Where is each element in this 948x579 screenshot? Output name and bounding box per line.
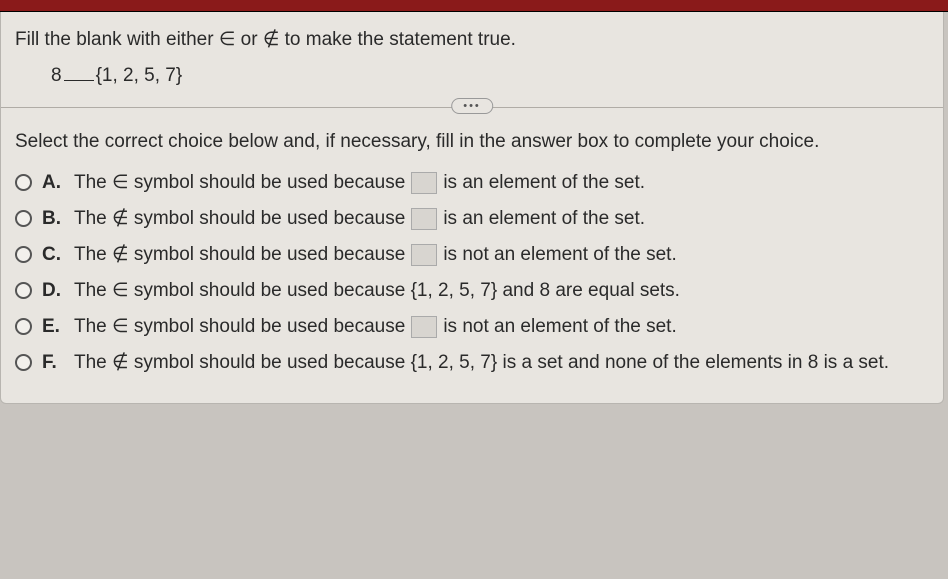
expand-button[interactable]: •••	[451, 98, 493, 114]
radio-b[interactable]	[15, 210, 32, 227]
answer-box-b[interactable]	[411, 208, 437, 230]
choice-e: E. The ∈ symbol should be used because i…	[15, 315, 929, 338]
choice-post: is an element of the set.	[443, 208, 645, 230]
choice-c: C. The ∉ symbol should be used because i…	[15, 243, 929, 266]
choice-letter: B.	[42, 208, 62, 230]
choice-f: F. The ∉ symbol should be used because {…	[15, 351, 929, 374]
choice-d: D. The ∈ symbol should be used because {…	[15, 279, 929, 302]
radio-e[interactable]	[15, 318, 32, 335]
radio-f[interactable]	[15, 354, 32, 371]
question-panel: Fill the blank with either ∈ or ∉ to mak…	[0, 12, 944, 404]
choice-text: The ∉ symbol should be used because {1, …	[74, 351, 889, 374]
choice-letter: E.	[42, 316, 62, 338]
choice-text: The ∈ symbol should be used because is n…	[74, 315, 677, 338]
choice-text: The ∈ symbol should be used because {1, …	[74, 279, 680, 302]
choice-text: The ∉ symbol should be used because is a…	[74, 207, 645, 230]
choice-post: is an element of the set.	[443, 172, 645, 194]
choice-pre: The ∈ symbol should be used because	[74, 315, 405, 338]
choice-post: is not an element of the set.	[443, 244, 676, 266]
choice-text: The ∈ symbol should be used because is a…	[74, 171, 645, 194]
answer-box-e[interactable]	[411, 316, 437, 338]
instruction-text: Fill the blank with either ∈ or ∉ to mak…	[15, 28, 929, 51]
choice-pre: The ∉ symbol should be used because	[74, 243, 405, 266]
choice-letter: C.	[42, 244, 62, 266]
divider: •••	[1, 107, 943, 127]
radio-d[interactable]	[15, 282, 32, 299]
choice-post: is not an element of the set.	[443, 316, 676, 338]
radio-c[interactable]	[15, 246, 32, 263]
choice-letter: F.	[42, 352, 62, 374]
problem-statement: 8 {1, 2, 5, 7}	[15, 65, 929, 87]
choice-text: The ∉ symbol should be used because is n…	[74, 243, 677, 266]
window-top-bar	[0, 0, 948, 12]
fill-blank	[64, 80, 94, 81]
choice-letter: A.	[42, 172, 62, 194]
choice-a: A. The ∈ symbol should be used because i…	[15, 171, 929, 194]
choices-block: Select the correct choice below and, if …	[1, 127, 943, 403]
answer-box-a[interactable]	[411, 172, 437, 194]
choice-pre: The ∉ symbol should be used because {1, …	[74, 351, 889, 374]
choice-pre: The ∈ symbol should be used because {1, …	[74, 279, 680, 302]
answer-box-c[interactable]	[411, 244, 437, 266]
choice-letter: D.	[42, 280, 62, 302]
choice-b: B. The ∉ symbol should be used because i…	[15, 207, 929, 230]
select-instruction: Select the correct choice below and, if …	[15, 131, 929, 153]
problem-rhs: {1, 2, 5, 7}	[96, 65, 183, 86]
choice-pre: The ∈ symbol should be used because	[74, 171, 405, 194]
question-block: Fill the blank with either ∈ or ∉ to mak…	[1, 12, 943, 107]
radio-a[interactable]	[15, 174, 32, 191]
choice-pre: The ∉ symbol should be used because	[74, 207, 405, 230]
problem-lhs: 8	[51, 65, 62, 86]
